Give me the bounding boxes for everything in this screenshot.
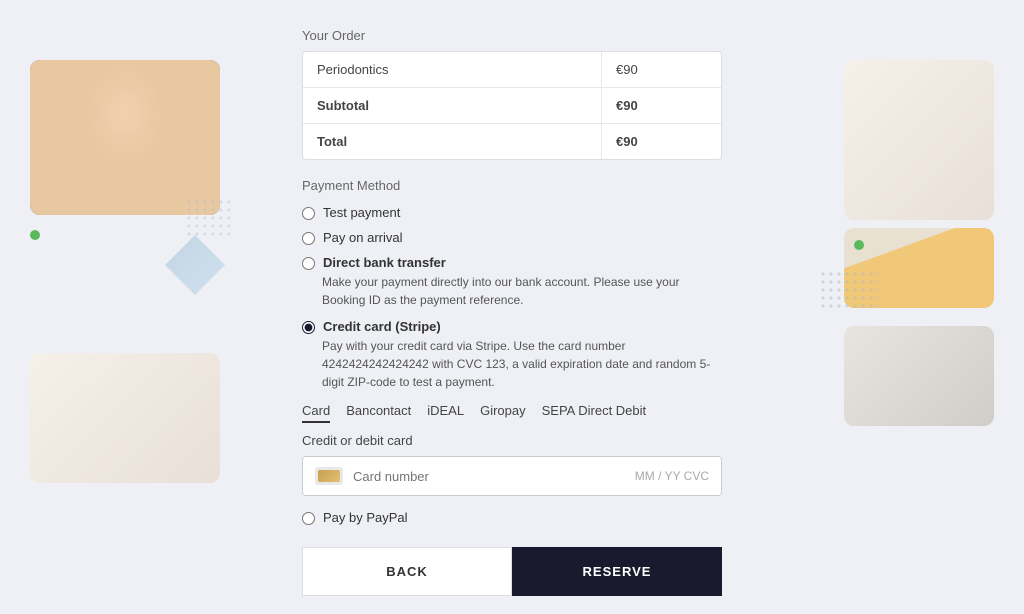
payment-option-test: Test payment <box>302 205 722 220</box>
business-woman-image <box>30 60 220 215</box>
radio-test[interactable] <box>302 207 315 220</box>
radio-arrival[interactable] <box>302 232 315 245</box>
card-number-input[interactable] <box>353 469 635 484</box>
radio-test-label[interactable]: Test payment <box>323 205 400 220</box>
left-image-bottom <box>30 353 220 483</box>
stripe-description: Pay with your credit card via Stripe. Us… <box>322 337 722 391</box>
hands-writing-image <box>844 326 994 426</box>
dot-pattern-left <box>185 198 235 238</box>
main-content: Your Order Periodontics €90 Subtotal €90… <box>302 28 722 596</box>
geometric-shape <box>165 235 225 295</box>
radio-stripe-label[interactable]: Credit card (Stripe) <box>323 319 441 334</box>
tab-giropay[interactable]: Giropay <box>480 403 526 423</box>
reserve-button[interactable]: RESERVE <box>512 547 722 596</box>
radio-bank-label[interactable]: Direct bank transfer <box>323 255 446 270</box>
payment-option-arrival: Pay on arrival <box>302 230 722 245</box>
payment-tabs: Card Bancontact iDEAL Giropay SEPA Direc… <box>302 403 722 423</box>
subtotal-price: €90 <box>601 88 721 123</box>
tab-sepa[interactable]: SEPA Direct Debit <box>542 403 647 423</box>
right-image-bottom <box>844 326 994 426</box>
bottom-buttons: BACK RESERVE <box>302 547 722 596</box>
payment-option-stripe: Credit card (Stripe) Pay with your credi… <box>302 319 722 391</box>
right-decorative-panel <box>844 60 994 426</box>
green-dot-right <box>854 240 864 250</box>
tab-card[interactable]: Card <box>302 403 330 423</box>
table-row: Subtotal €90 <box>303 88 721 124</box>
page-wrapper: Your Order Periodontics €90 Subtotal €90… <box>0 0 1024 614</box>
payment-option-paypal: Pay by PayPal <box>302 510 722 525</box>
card-input-wrapper: MM / YY CVC <box>302 456 722 496</box>
total-price: €90 <box>601 124 721 159</box>
tab-bancontact[interactable]: Bancontact <box>346 403 411 423</box>
left-image-top <box>30 60 220 215</box>
left-decorative-panel <box>30 60 220 483</box>
total-label: Total <box>303 124 601 159</box>
table-row: Periodontics €90 <box>303 52 721 88</box>
card-date-cvc: MM / YY CVC <box>635 469 709 483</box>
radio-paypal[interactable] <box>302 512 315 525</box>
order-table: Periodontics €90 Subtotal €90 Total €90 <box>302 51 722 160</box>
dot-pattern-right <box>819 270 879 310</box>
radio-paypal-label[interactable]: Pay by PayPal <box>323 510 408 525</box>
payment-method-title: Payment Method <box>302 178 722 193</box>
card-brand-icon <box>315 467 343 485</box>
radio-arrival-label[interactable]: Pay on arrival <box>323 230 402 245</box>
radio-stripe[interactable] <box>302 321 315 334</box>
order-section-title: Your Order <box>302 28 722 43</box>
right-image-top <box>844 60 994 220</box>
credit-card-label: Credit or debit card <box>302 433 722 448</box>
back-button[interactable]: BACK <box>302 547 512 596</box>
subtotal-label: Subtotal <box>303 88 601 123</box>
tab-ideal[interactable]: iDEAL <box>427 403 464 423</box>
table-row: Total €90 <box>303 124 721 159</box>
order-item-price: €90 <box>601 52 721 87</box>
payment-option-bank: Direct bank transfer Make your payment d… <box>302 255 722 309</box>
right-top-image <box>844 60 994 220</box>
laptop-woman-image <box>30 353 220 483</box>
bank-description: Make your payment directly into our bank… <box>322 273 722 309</box>
order-item-label: Periodontics <box>303 52 601 87</box>
green-dot-left <box>30 230 40 240</box>
radio-bank[interactable] <box>302 257 315 270</box>
